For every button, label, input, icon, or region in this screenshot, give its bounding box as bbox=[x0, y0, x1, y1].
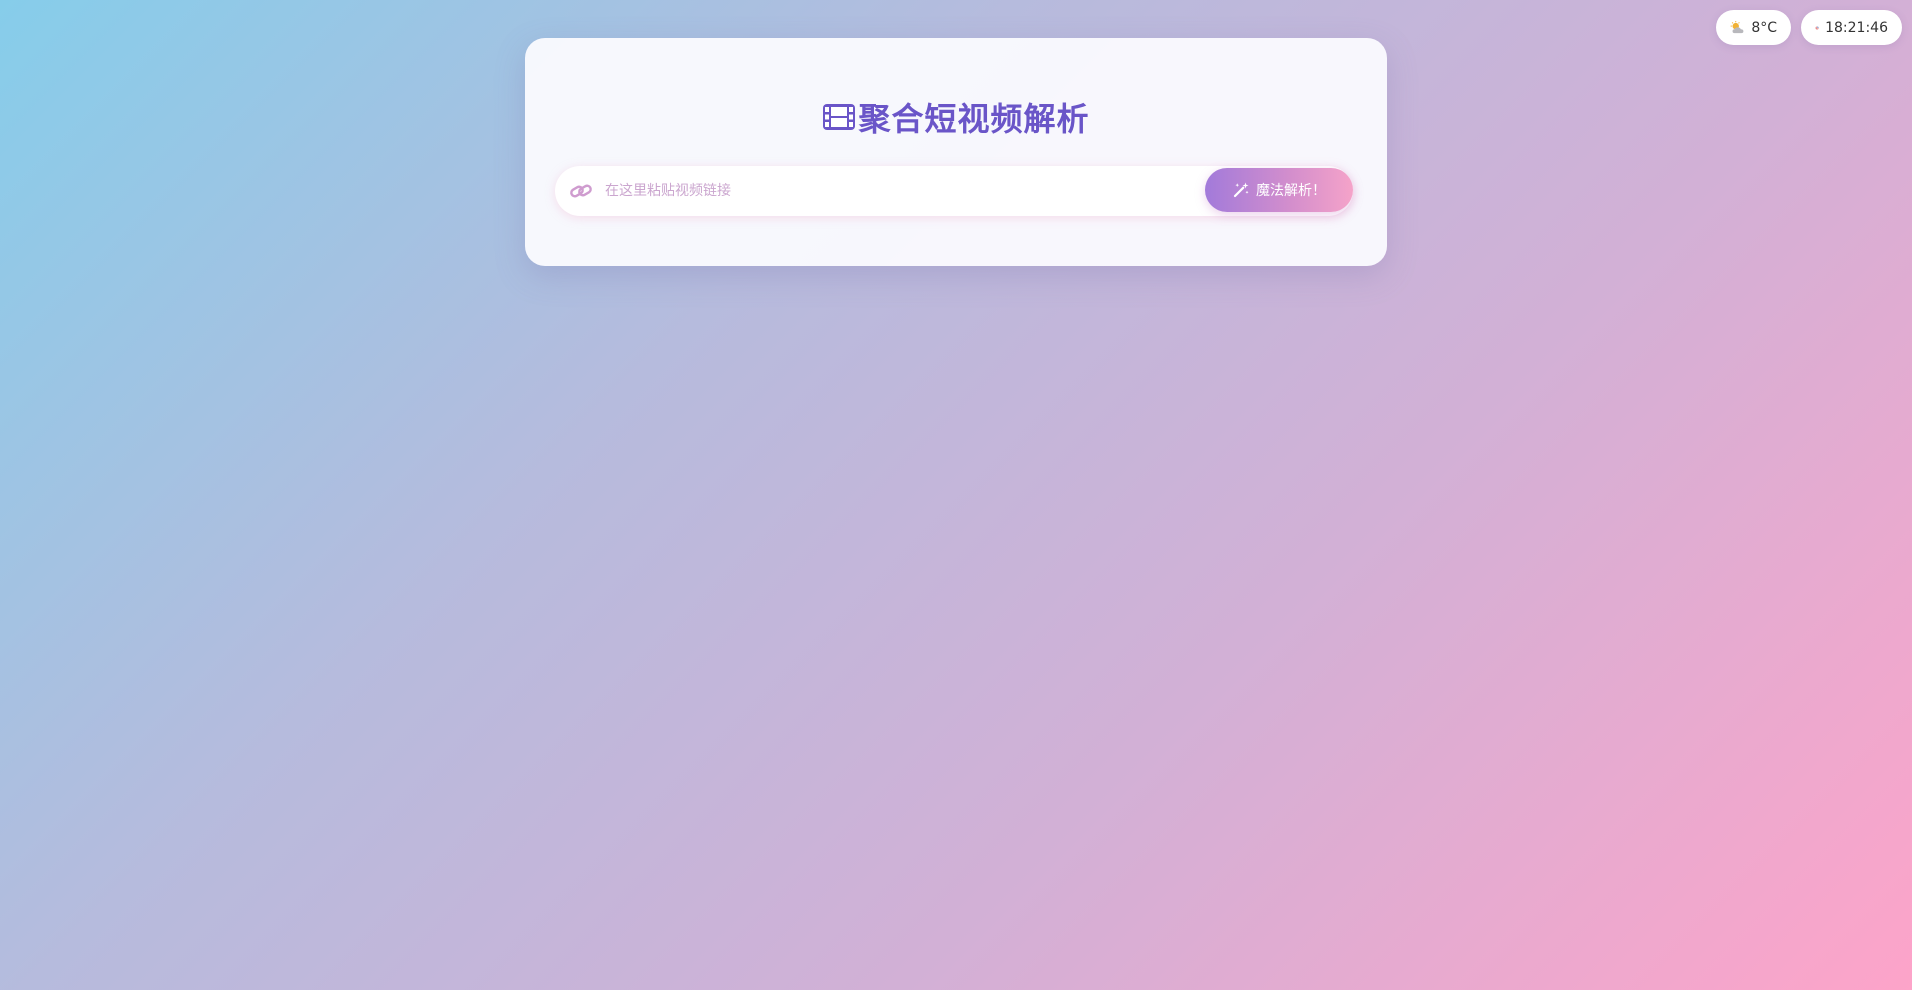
clock-widget: 18:21:46 bbox=[1801, 10, 1902, 45]
search-bar: 魔法解析！ bbox=[555, 166, 1353, 216]
link-icon bbox=[570, 184, 592, 198]
temperature-text: 8°C bbox=[1751, 19, 1777, 36]
parser-card: 聚合短视频解析 魔法解析！ bbox=[525, 38, 1387, 266]
clock-icon bbox=[1815, 25, 1819, 30]
magic-parse-button-label: 魔法解析！ bbox=[1256, 183, 1326, 199]
page-title: 聚合短视频解析 bbox=[525, 96, 1387, 138]
page-title-text: 聚合短视频解析 bbox=[858, 100, 1090, 138]
magic-wand-icon bbox=[1233, 182, 1249, 198]
weather-widget: 8°C bbox=[1716, 10, 1791, 45]
film-icon bbox=[823, 104, 856, 130]
partly-cloudy-icon bbox=[1730, 20, 1744, 33]
magic-parse-button[interactable]: 魔法解析！ bbox=[1205, 168, 1353, 212]
clock-time-text: 18:21:46 bbox=[1825, 19, 1888, 36]
